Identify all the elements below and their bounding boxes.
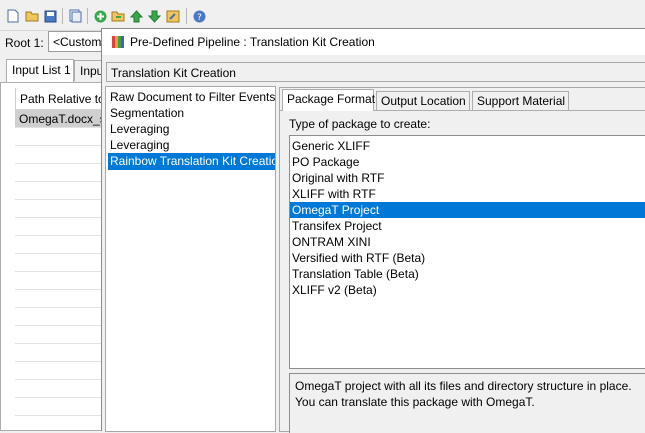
copy-icon[interactable] bbox=[68, 9, 82, 23]
table-row bbox=[15, 254, 105, 272]
pipeline-dialog: Pre-Defined Pipeline : Translation Kit C… bbox=[101, 28, 645, 433]
dialog-titlebar[interactable]: Pre-Defined Pipeline : Translation Kit C… bbox=[102, 29, 645, 55]
table-row bbox=[15, 326, 105, 344]
list-item[interactable]: Transifex Project bbox=[290, 218, 645, 234]
table-cell: OmegaT.docx_s bbox=[19, 112, 106, 126]
main-toolbar: ? bbox=[0, 0, 645, 31]
move-down-icon[interactable] bbox=[147, 9, 161, 23]
list-item-selected[interactable]: Rainbow Translation Kit Creatio bbox=[108, 153, 275, 170]
import-icon[interactable] bbox=[111, 9, 125, 23]
new-file-icon[interactable] bbox=[6, 9, 20, 23]
list-item[interactable]: ONTRAM XINI bbox=[290, 234, 645, 250]
input-table: Path Relative to OmegaT.docx_s bbox=[0, 82, 115, 431]
package-type-list[interactable]: Generic XLIFF PO Package Original with R… bbox=[289, 135, 645, 369]
app-icon bbox=[111, 35, 125, 49]
tab-support-material[interactable]: Support Material bbox=[472, 91, 569, 110]
table-row bbox=[15, 236, 105, 254]
dialog-title: Pre-Defined Pipeline : Translation Kit C… bbox=[130, 35, 375, 49]
list-item-selected[interactable]: OmegaT Project bbox=[290, 202, 645, 218]
table-row bbox=[15, 308, 105, 326]
list-item[interactable]: Versified with RTF (Beta) bbox=[290, 250, 645, 266]
column-header-path[interactable]: Path Relative to bbox=[15, 88, 115, 110]
help-icon[interactable]: ? bbox=[192, 9, 206, 23]
table-row bbox=[15, 290, 105, 308]
table-row bbox=[15, 182, 105, 200]
description-line-1: OmegaT project with all its files and di… bbox=[295, 379, 632, 393]
root-label: Root 1: bbox=[5, 36, 44, 50]
add-icon[interactable] bbox=[93, 9, 107, 23]
open-folder-icon[interactable] bbox=[25, 9, 39, 23]
list-item[interactable]: Segmentation bbox=[108, 105, 186, 122]
list-item[interactable]: Leveraging bbox=[108, 121, 171, 138]
package-type-label: Type of package to create: bbox=[289, 117, 431, 131]
tab-input-list-1[interactable]: Input List 1 bbox=[6, 59, 74, 82]
list-item[interactable]: Translation Table (Beta) bbox=[290, 266, 645, 282]
list-item[interactable]: Leveraging bbox=[108, 137, 171, 154]
edit-icon[interactable] bbox=[166, 9, 180, 23]
table-row bbox=[15, 272, 105, 290]
list-item[interactable]: Original with RTF bbox=[290, 170, 645, 186]
svg-text:?: ? bbox=[197, 13, 202, 23]
tab-input-list-2[interactable]: Inpu bbox=[74, 60, 104, 81]
move-up-icon[interactable] bbox=[129, 9, 143, 23]
description-line-2: You can translate this package with Omeg… bbox=[295, 395, 535, 409]
list-item[interactable]: Raw Document to Filter Events bbox=[108, 89, 275, 106]
table-row bbox=[15, 200, 105, 218]
steps-list[interactable]: Raw Document to Filter Events Segmentati… bbox=[105, 86, 276, 432]
save-icon[interactable] bbox=[43, 9, 57, 23]
table-row bbox=[15, 146, 105, 164]
table-row bbox=[15, 344, 105, 362]
table-row bbox=[15, 128, 105, 146]
step-parameters: Package Format Output Location Support M… bbox=[279, 87, 645, 433]
package-description: OmegaT project with all its files and di… bbox=[289, 373, 645, 433]
table-row bbox=[15, 164, 105, 182]
tab-output-location[interactable]: Output Location bbox=[376, 91, 470, 110]
table-row bbox=[15, 398, 105, 416]
list-item[interactable]: XLIFF v2 (Beta) bbox=[290, 282, 645, 298]
table-row bbox=[15, 218, 105, 236]
pipeline-name: Translation Kit Creation bbox=[106, 62, 645, 82]
list-item[interactable]: Generic XLIFF bbox=[290, 138, 645, 154]
tab-package-format[interactable]: Package Format bbox=[282, 89, 375, 111]
table-row bbox=[15, 380, 105, 398]
table-row[interactable]: OmegaT.docx_s bbox=[15, 110, 106, 128]
table-row bbox=[15, 362, 105, 380]
list-item[interactable]: XLIFF with RTF bbox=[290, 186, 645, 202]
list-item[interactable]: PO Package bbox=[290, 154, 645, 170]
